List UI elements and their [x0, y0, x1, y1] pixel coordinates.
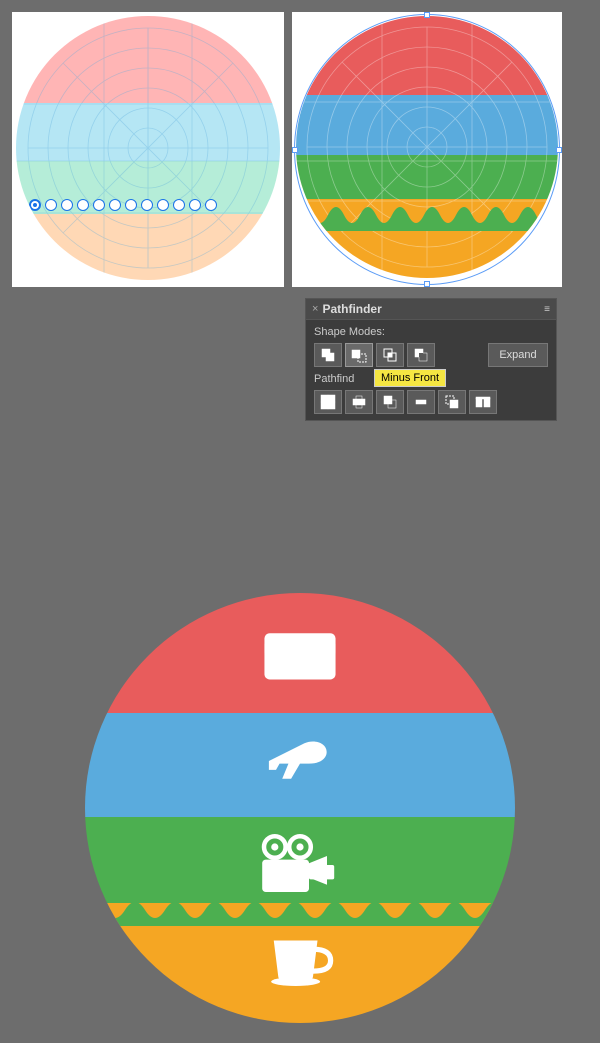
- unite-button[interactable]: [314, 343, 342, 367]
- dot-2: [61, 199, 73, 211]
- panel-close-button[interactable]: ×: [312, 303, 318, 315]
- trim-icon: [320, 394, 336, 410]
- minus-front-button[interactable]: [345, 343, 373, 367]
- panel-menu-button[interactable]: ≡: [544, 304, 550, 315]
- crop-button[interactable]: [376, 390, 404, 414]
- minus-back-button[interactable]: [438, 390, 466, 414]
- credit-card-icon: [260, 621, 340, 681]
- intersect-icon: [382, 347, 398, 363]
- dot-8: [157, 199, 169, 211]
- pathfind-buttons: Minus Front: [314, 390, 548, 414]
- credit-card-icon-container: [260, 623, 340, 678]
- outline-button[interactable]: [407, 390, 435, 414]
- panel-header: × Pathfinder ≡: [306, 299, 556, 320]
- unite-icon: [320, 347, 336, 363]
- left-diagram-wrapper: [12, 12, 284, 287]
- shape-modes-buttons: Expand: [314, 343, 548, 367]
- exclude-button[interactable]: [407, 343, 435, 367]
- right-diagram-section: [292, 12, 562, 287]
- airplane-icon: [260, 726, 340, 796]
- dot-10: [189, 199, 201, 211]
- dot-1: [45, 199, 57, 211]
- dot-target: [29, 199, 41, 211]
- top-diagrams: [0, 0, 600, 295]
- handle-left: [292, 147, 298, 153]
- dot-7: [141, 199, 153, 211]
- divide-icon: [475, 394, 491, 410]
- exclude-icon: [413, 347, 429, 363]
- bottom-circle: [85, 593, 515, 1023]
- right-wavy-border: [296, 199, 558, 231]
- dot-5: [109, 199, 121, 211]
- right-polar-grid: [296, 16, 558, 278]
- expand-button[interactable]: Expand: [488, 343, 548, 367]
- divide-button[interactable]: [469, 390, 497, 414]
- dot-4: [93, 199, 105, 211]
- coffee-cup-icon: [265, 923, 335, 993]
- video-camera-icon: [255, 825, 345, 905]
- shape-modes-label: Shape Modes:: [314, 326, 548, 338]
- panel-header-left: × Pathfinder: [312, 302, 382, 316]
- bottom-circle-container: [85, 593, 515, 1023]
- dot-3: [77, 199, 89, 211]
- minus-front-icon: [351, 347, 367, 363]
- left-circle-diagram: [16, 16, 280, 280]
- handle-bottom: [424, 281, 430, 287]
- minus-back-icon: [444, 394, 460, 410]
- intersect-button[interactable]: [376, 343, 404, 367]
- minus-front-tooltip: Minus Front: [374, 369, 446, 387]
- airplane-icon-container: [260, 731, 340, 791]
- bottom-wavy-border: [85, 894, 515, 926]
- left-polar-grid: [16, 16, 280, 280]
- right-circle-diagram: [296, 16, 558, 278]
- dot-markers-row: [29, 199, 267, 211]
- panel-title: Pathfinder: [322, 302, 381, 316]
- dot-6: [125, 199, 137, 211]
- handle-right: [556, 147, 562, 153]
- panel-body: Shape Modes:: [306, 320, 556, 420]
- dot-11: [205, 199, 217, 211]
- dot-9: [173, 199, 185, 211]
- handle-top: [424, 12, 430, 18]
- coffee-icon-container: [265, 928, 335, 988]
- pathfinder-panel: × Pathfinder ≡ Shape Modes:: [305, 298, 557, 421]
- merge-button[interactable]: Minus Front: [345, 390, 373, 414]
- camera-icon-container: [255, 830, 345, 900]
- merge-icon: [351, 394, 367, 410]
- trim-button[interactable]: [314, 390, 342, 414]
- outline-icon: [413, 394, 429, 410]
- crop-icon: [382, 394, 398, 410]
- right-diagram-wrapper: [292, 12, 562, 287]
